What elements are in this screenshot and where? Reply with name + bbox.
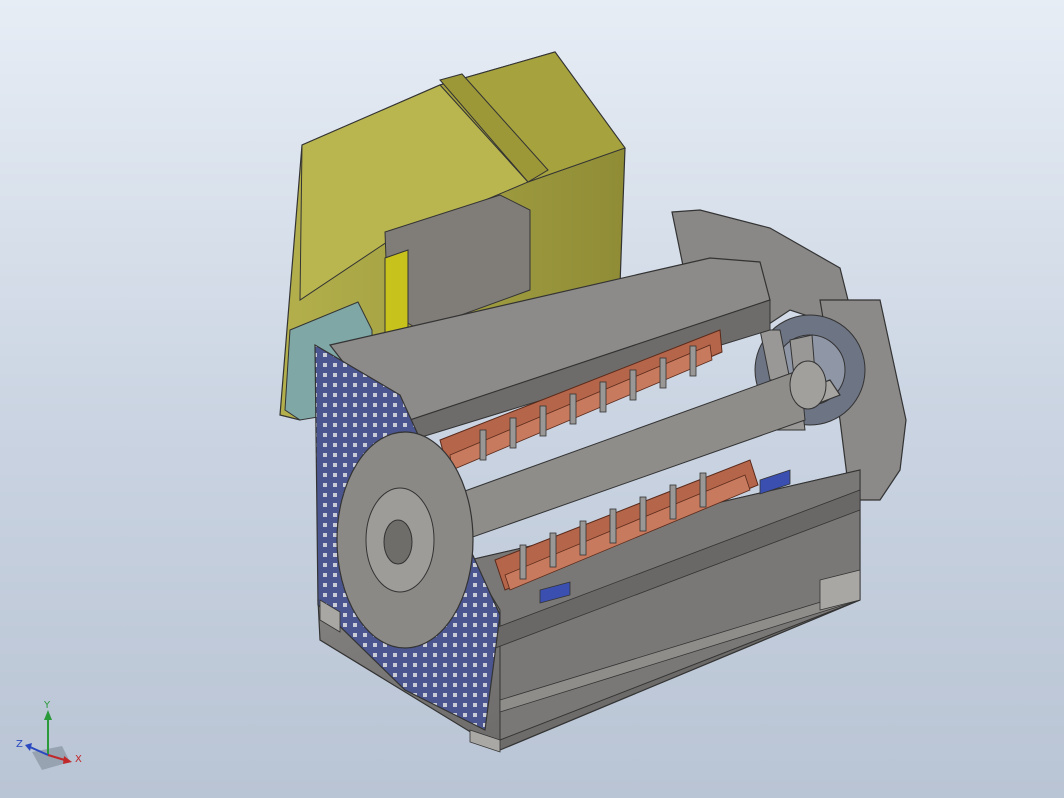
x-axis-label: X	[75, 754, 82, 765]
z-axis-label: Z	[16, 739, 23, 750]
motor-model-view[interactable]	[0, 0, 1064, 798]
cad-viewport[interactable]: Y X Z	[0, 0, 1064, 798]
orientation-triad[interactable]: Y X Z	[12, 700, 82, 775]
y-axis-label: Y	[43, 700, 51, 711]
